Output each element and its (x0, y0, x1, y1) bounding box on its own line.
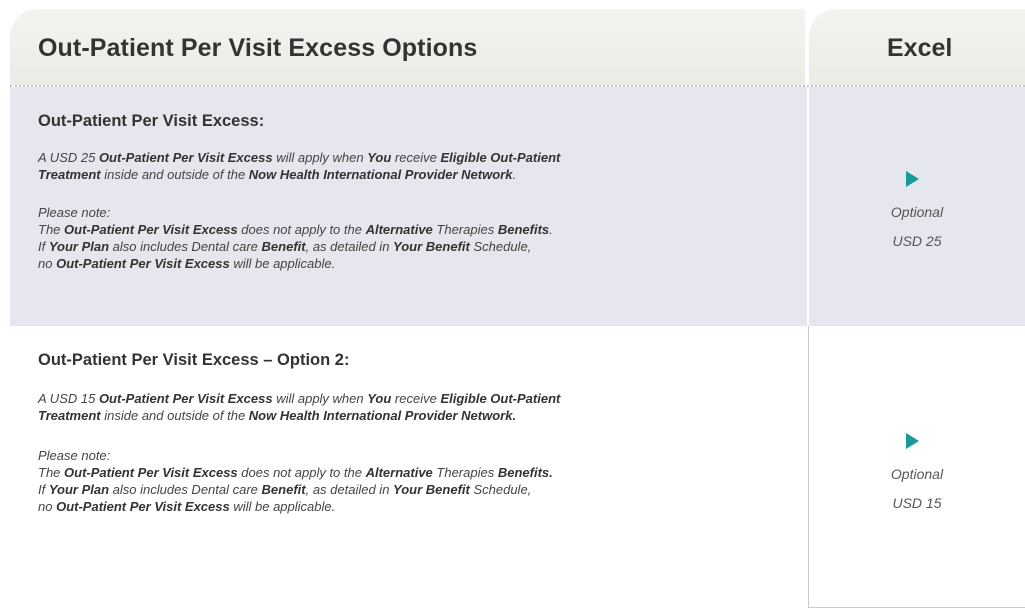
section-2-option-value: USD 15 (892, 495, 942, 511)
emphasis-term: Eligible Out-Patient (440, 391, 561, 406)
section-2-note-line-3: no Out-Patient Per Visit Excess will be … (38, 499, 336, 514)
emphasis-term: Out-Patient Per Visit Excess (56, 256, 230, 271)
section-1-intro-line-2: Treatment inside and outside of the Now … (38, 167, 517, 182)
play-triangle-icon (906, 433, 919, 449)
emphasis-term: Alternative (365, 465, 433, 480)
emphasis-term: Treatment (38, 408, 101, 423)
section-2-note-line-1: The Out-Patient Per Visit Excess does no… (38, 465, 553, 480)
section-1-note-line-2: If Your Plan also includes Dental care B… (38, 239, 532, 254)
section-1-note-line-1: The Out-Patient Per Visit Excess does no… (38, 222, 553, 237)
emphasis-term: Your Plan (48, 239, 110, 254)
emphasis-term: Treatment (38, 167, 101, 182)
emphasis-term: Your Benefit (393, 482, 470, 497)
emphasis-term: Out-Patient Per Visit Excess (98, 391, 273, 406)
section-1-option-label: Optional (890, 204, 944, 220)
section-1-option-value: USD 25 (892, 233, 942, 249)
emphasis-term: Now Health International Provider Networ… (248, 408, 517, 423)
section-2-intro-line-1: A USD 15 Out-Patient Per Visit Excess wi… (38, 391, 561, 406)
emphasis-term: You (367, 391, 392, 406)
emphasis-term: Eligible Out-Patient (440, 150, 561, 165)
emphasis-term: You (367, 150, 392, 165)
column-header-excel: Excel (887, 34, 953, 62)
section-1-title: Out-Patient Per Visit Excess: (38, 112, 265, 130)
emphasis-term: Benefit (261, 239, 306, 254)
emphasis-term: Out-Patient Per Visit Excess (98, 150, 273, 165)
emphasis-term: Benefits. (497, 465, 553, 480)
emphasis-term: Your Benefit (393, 239, 470, 254)
play-triangle-icon (906, 171, 919, 187)
emphasis-term: Benefit (261, 482, 306, 497)
emphasis-term: Benefits (497, 222, 550, 237)
section-1-note-label: Please note: (38, 205, 111, 220)
emphasis-term: Out-Patient Per Visit Excess (56, 499, 230, 514)
section-1-intro-line-1: A USD 25 Out-Patient Per Visit Excess wi… (38, 150, 561, 165)
emphasis-term: Now Health International Provider Networ… (248, 167, 513, 182)
section-2-note-line-2: If Your Plan also includes Dental care B… (38, 482, 532, 497)
section-1-note-line-3: no Out-Patient Per Visit Excess will be … (38, 256, 336, 271)
emphasis-term: Out-Patient Per Visit Excess (64, 465, 238, 480)
emphasis-term: Your Plan (48, 482, 110, 497)
section-2-intro-line-2: Treatment inside and outside of the Now … (38, 408, 517, 423)
section-2-title: Out-Patient Per Visit Excess – Option 2: (38, 351, 350, 369)
emphasis-term: Alternative (365, 222, 433, 237)
section-2-option-label: Optional (890, 466, 944, 482)
page-title: Out-Patient Per Visit Excess Options (38, 34, 478, 62)
emphasis-term: Out-Patient Per Visit Excess (64, 222, 238, 237)
section-2-note-label: Please note: (38, 448, 111, 463)
